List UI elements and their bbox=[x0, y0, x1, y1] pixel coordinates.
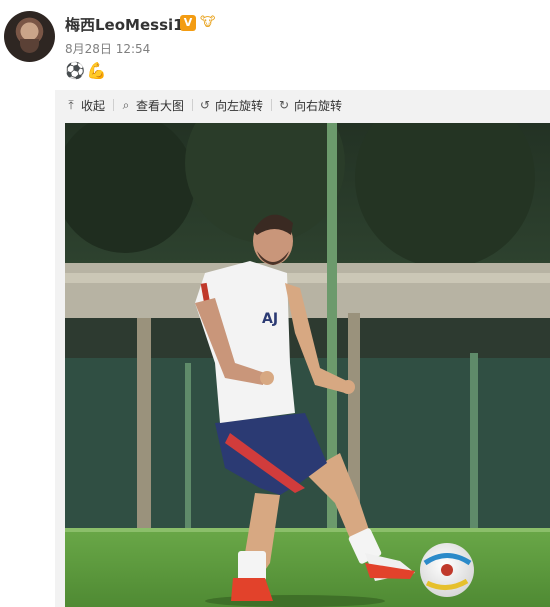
toolbar-divider bbox=[271, 99, 273, 111]
media-card: ⤒ 收起 ⌕ 查看大图 ↺ 向左旋转 ↻ 向右旋转 AJ bbox=[55, 90, 550, 607]
flexed-biceps-emoji: 💪 bbox=[86, 61, 107, 80]
soccer-ball-emoji: ⚽ bbox=[65, 61, 85, 80]
image-toolbar: ⤒ 收起 ⌕ 查看大图 ↺ 向左旋转 ↻ 向右旋转 bbox=[55, 90, 550, 120]
avatar-face bbox=[20, 39, 39, 53]
post-content: ⚽ 💪 bbox=[65, 61, 109, 80]
collapse-icon: ⤒ bbox=[68, 97, 74, 112]
post-photo[interactable]: AJ bbox=[65, 123, 550, 607]
collapse-button[interactable]: ⤒ 收起 bbox=[65, 97, 105, 114]
toolbar-divider bbox=[113, 99, 115, 111]
rotate-right-button[interactable]: ↻ 向右旋转 bbox=[278, 97, 342, 114]
svg-text:AJ: AJ bbox=[262, 311, 278, 327]
post-timestamp[interactable]: 8月28日 12:54 bbox=[65, 40, 150, 57]
rotate-left-icon: ↺ bbox=[200, 98, 211, 112]
toolbar-divider bbox=[192, 99, 194, 111]
username[interactable]: 梅西LeoMessi10 bbox=[65, 14, 194, 35]
rotate-left-button[interactable]: ↺ 向左旋转 bbox=[199, 97, 263, 114]
view-large-button[interactable]: ⌕ 查看大图 bbox=[120, 97, 184, 114]
rotate-right-icon: ↻ bbox=[279, 98, 290, 112]
verified-badge-icon: V bbox=[180, 15, 196, 31]
rotate-right-label: 向右旋转 bbox=[294, 98, 343, 113]
rotate-left-label: 向左旋转 bbox=[215, 98, 264, 113]
weibo-post: 梅西LeoMessi10 V 🐮 8月28日 12:54 ⚽ 💪 ⤒ 收起 ⌕ 查… bbox=[0, 0, 550, 607]
collapse-label: 收起 bbox=[81, 98, 106, 113]
search-icon: ⌕ bbox=[122, 97, 130, 112]
fan-badge-icon: 🐮 bbox=[200, 15, 216, 30]
avatar[interactable] bbox=[4, 11, 55, 62]
view-large-label: 查看大图 bbox=[136, 98, 185, 113]
